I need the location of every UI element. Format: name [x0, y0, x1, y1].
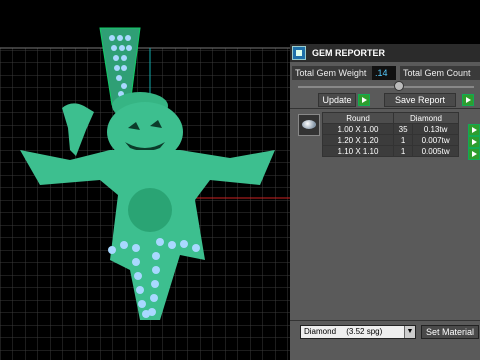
- material-dropdown[interactable]: Diamond (3.52 spg) ▼: [300, 325, 416, 339]
- total-count-label: Total Gem Count: [400, 66, 480, 80]
- column-header-round: Round: [322, 112, 394, 124]
- panel-title: GEM REPORTER: [312, 48, 386, 58]
- row-select-icon[interactable]: [468, 136, 480, 148]
- gem-table: Round Diamond 1.00 X 1.00 35 0.13tw 1.20…: [322, 112, 459, 157]
- update-button-label: Update: [322, 95, 352, 105]
- weight-slider-track[interactable]: [298, 86, 474, 88]
- row-weight: 0.13tw: [412, 123, 459, 135]
- row-count: 35: [392, 123, 414, 135]
- table-row[interactable]: 1.00 X 1.00 35 0.13tw: [322, 123, 459, 135]
- total-weight-label: Total Gem Weight: [292, 66, 372, 80]
- divider: [290, 320, 480, 321]
- row-select-icon[interactable]: [468, 148, 480, 160]
- table-row[interactable]: 1.20 X 1.20 1 0.007tw: [322, 134, 459, 146]
- set-material-label: Set Material: [425, 327, 475, 337]
- row-weight: 0.005tw: [412, 145, 459, 157]
- row-select-icon[interactable]: [468, 124, 480, 136]
- update-button[interactable]: Update: [318, 93, 356, 107]
- table-row[interactable]: 1.10 X 1.10 1 0.005tw: [322, 145, 459, 157]
- material-spec: (3.52 spg): [346, 327, 383, 336]
- total-weight-value: .14: [372, 66, 396, 80]
- material-selected: Diamond: [304, 327, 337, 336]
- divider: [290, 108, 480, 109]
- panel-titlebar: GEM REPORTER: [290, 44, 480, 62]
- update-go-icon[interactable]: [358, 94, 370, 106]
- round-diamond-gem-icon: [298, 114, 320, 136]
- save-report-button[interactable]: Save Report: [384, 93, 456, 107]
- row-size: 1.10 X 1.10: [322, 145, 394, 157]
- row-size: 1.20 X 1.20: [322, 134, 394, 146]
- gem-reporter-panel: GEM REPORTER Total Gem Weight .14 Total …: [290, 44, 480, 360]
- row-size: 1.00 X 1.00: [322, 123, 394, 135]
- gem-reporter-logo-icon: [292, 46, 306, 60]
- scarecrow-pendant-model: [0, 27, 290, 360]
- row-weight: 0.007tw: [412, 134, 459, 146]
- column-header-diamond: Diamond: [393, 112, 459, 124]
- chevron-down-icon: ▼: [404, 326, 415, 338]
- 3d-viewport[interactable]: [0, 0, 290, 360]
- set-material-button[interactable]: Set Material: [421, 325, 479, 339]
- save-report-label: Save Report: [394, 95, 446, 105]
- weight-slider-knob[interactable]: [394, 81, 404, 91]
- save-go-icon[interactable]: [462, 94, 474, 106]
- row-count: 1: [392, 134, 414, 146]
- row-count: 1: [392, 145, 414, 157]
